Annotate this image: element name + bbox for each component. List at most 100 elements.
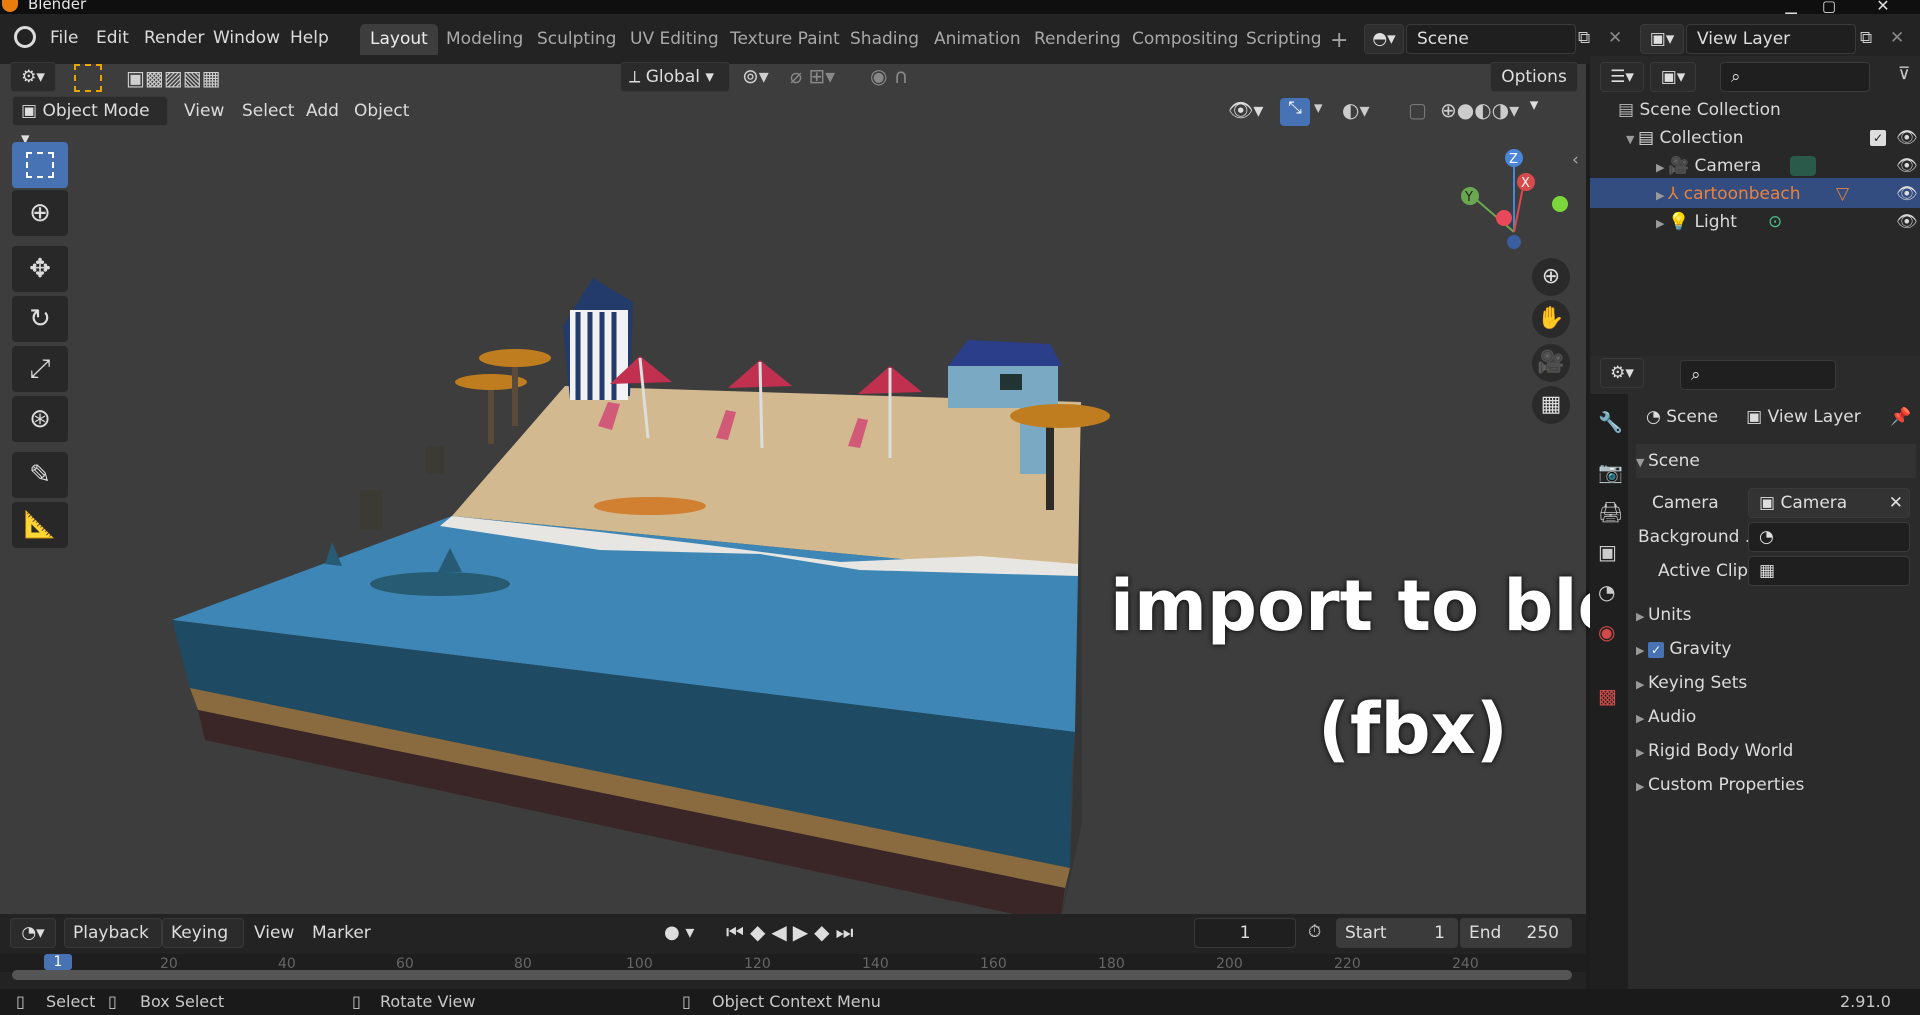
clear-icon[interactable]: ✕: [1889, 489, 1903, 517]
transform-tool-icon[interactable]: ⊛: [12, 396, 68, 442]
start-frame-field[interactable]: Start 1: [1336, 918, 1458, 948]
move-tool-icon[interactable]: ✥: [12, 246, 68, 292]
blender-menu-icon[interactable]: [14, 26, 36, 48]
shading-modes-icons[interactable]: ⊕●◐◑▾: [1440, 98, 1519, 122]
options-button[interactable]: Options ▾: [1490, 62, 1578, 115]
expand-icon[interactable]: ▶: [1636, 644, 1648, 657]
tab-layout[interactable]: Layout: [360, 24, 438, 55]
zoom-icon[interactable]: ⊕: [1532, 258, 1570, 296]
timeline-menu-marker[interactable]: Marker: [304, 918, 379, 948]
world-tab-icon[interactable]: ◉: [1598, 620, 1615, 644]
properties-editor-icon[interactable]: ⚙▾: [1600, 358, 1644, 388]
expand-icon[interactable]: ▶: [1636, 746, 1648, 759]
gravity-panel-header[interactable]: ▶ ✓ Gravity: [1636, 632, 1916, 666]
view-layer-tab-icon[interactable]: ▣: [1598, 540, 1617, 564]
expand-icon[interactable]: ▶: [1636, 712, 1648, 725]
collection-row[interactable]: ▼ ▤ Collection ✓ 👁: [1626, 124, 1918, 152]
scene-panel-header[interactable]: ▼ Scene: [1636, 444, 1916, 478]
pivot-icon[interactable]: ⊚▾: [742, 64, 769, 88]
expand-icon[interactable]: ▶: [1656, 189, 1668, 202]
camera-view-icon[interactable]: 🎥: [1532, 344, 1570, 382]
visibility-icon[interactable]: 👁▾: [1228, 98, 1263, 122]
tab-scripting[interactable]: Scripting: [1236, 24, 1332, 54]
menu-edit[interactable]: Edit: [90, 26, 135, 50]
viewport-menu-object[interactable]: Object: [346, 96, 417, 126]
tweak-tool-icon[interactable]: [74, 64, 102, 92]
proportional-edit-icon[interactable]: ◉ ∩: [870, 64, 908, 88]
eye-icon[interactable]: 👁: [1896, 208, 1918, 236]
snap-icon[interactable]: ⌀ ⊞▾: [790, 64, 835, 88]
expand-icon[interactable]: ▶: [1636, 610, 1648, 623]
expand-icon[interactable]: ▶: [1636, 678, 1648, 691]
light-data-icon[interactable]: ⊙: [1768, 208, 1782, 236]
menu-window[interactable]: Window: [207, 26, 286, 50]
end-frame-field[interactable]: End 250: [1460, 918, 1572, 948]
annotate-tool-icon[interactable]: ✎: [12, 452, 68, 498]
filter-icon[interactable]: ⊽: [1898, 64, 1910, 84]
units-panel-header[interactable]: ▶ Units: [1636, 598, 1916, 632]
scene-collection-row[interactable]: ▤ Scene Collection: [1618, 96, 1781, 124]
current-frame-field[interactable]: 1: [1194, 918, 1296, 948]
sidebar-toggle-icon[interactable]: ‹: [1572, 150, 1579, 170]
texture-tab-icon[interactable]: ▩: [1598, 684, 1617, 708]
outliner-item-light[interactable]: ▶ 💡 Light ⊙ 👁: [1656, 208, 1918, 236]
tab-uv-editing[interactable]: UV Editing: [620, 24, 729, 54]
viewport-menu-view[interactable]: View: [176, 96, 232, 126]
expand-icon[interactable]: ▶: [1656, 161, 1668, 174]
tab-compositing[interactable]: Compositing: [1122, 24, 1249, 54]
new-scene-icon[interactable]: ⧉: [1578, 28, 1590, 48]
expand-icon[interactable]: ▶: [1656, 217, 1668, 230]
delete-view-layer-icon[interactable]: ✕: [1890, 28, 1904, 48]
camera-property-field[interactable]: ▣ Camera ✕: [1748, 488, 1910, 518]
background-property-field[interactable]: ◔: [1748, 522, 1910, 552]
tab-rendering[interactable]: Rendering: [1024, 24, 1131, 54]
rotate-tool-icon[interactable]: ↻: [12, 296, 68, 342]
render-tab-icon[interactable]: 📷: [1598, 460, 1623, 484]
viewport-menu-add[interactable]: Add: [298, 96, 347, 126]
timeline-editor-icon[interactable]: ◔▾: [10, 918, 56, 948]
tab-sculpting[interactable]: Sculpting: [527, 24, 626, 54]
tab-shading[interactable]: Shading: [840, 24, 929, 54]
timeline-menu-view[interactable]: View: [246, 918, 302, 948]
mode-dropdown[interactable]: ▣ Object Mode ▾: [12, 96, 168, 149]
viewport-menu-select[interactable]: Select: [234, 96, 302, 126]
gizmo-dropdown-icon[interactable]: ▾: [1314, 98, 1323, 118]
preview-range-icon[interactable]: ⏱: [1308, 922, 1321, 942]
outliner-editor-icon[interactable]: ☰▾: [1600, 62, 1644, 92]
close-icon[interactable]: ✕: [1866, 0, 1900, 14]
properties-search[interactable]: ⌕: [1680, 360, 1836, 390]
display-mode-icon[interactable]: ▣▾: [1650, 62, 1696, 92]
minimize-icon[interactable]: ▁: [1774, 0, 1808, 14]
measure-tool-icon[interactable]: 📐: [12, 502, 68, 548]
collapse-icon[interactable]: ▼: [1636, 456, 1648, 469]
eye-icon[interactable]: 👁: [1896, 124, 1918, 152]
outliner-item-camera[interactable]: ▶ 🎥 Camera 👁: [1656, 152, 1918, 180]
overlay-icon[interactable]: ◐▾: [1342, 98, 1370, 122]
outliner-item-cartoonbeach[interactable]: ▶ ⅄ cartoonbeach ▽ 👁: [1656, 180, 1918, 208]
view-layer-selector-icon[interactable]: ▣▾: [1640, 24, 1684, 54]
new-view-layer-icon[interactable]: ⧉: [1860, 28, 1872, 48]
gizmo-toggle-icon[interactable]: ⤡: [1280, 98, 1310, 126]
eye-icon[interactable]: 👁: [1896, 180, 1918, 208]
outliner-search[interactable]: ⌕: [1720, 62, 1870, 92]
delete-scene-icon[interactable]: ✕: [1608, 28, 1622, 48]
keying-menu[interactable]: Keying ▾: [162, 918, 244, 971]
selection-mode-icons[interactable]: ▣▩▨▧▦: [126, 66, 220, 90]
expand-icon[interactable]: ▶: [1636, 780, 1648, 793]
add-workspace-icon[interactable]: +: [1330, 28, 1348, 53]
tab-texture-paint[interactable]: Texture Paint: [720, 24, 850, 54]
maximize-icon[interactable]: ▢: [1812, 0, 1846, 14]
scene-selector-icon[interactable]: ◓▾: [1364, 24, 1404, 54]
transform-orientation[interactable]: ⟂ Global ▾: [620, 62, 730, 92]
pan-hand-icon[interactable]: ✋: [1532, 300, 1570, 338]
modifier-icon[interactable]: ▽: [1836, 180, 1849, 208]
rigid-body-panel-header[interactable]: ▶ Rigid Body World: [1636, 734, 1916, 768]
active-clip-field[interactable]: ▦: [1748, 556, 1910, 586]
checkbox-icon[interactable]: ✓: [1870, 130, 1886, 146]
menu-help[interactable]: Help: [284, 26, 335, 50]
tab-modeling[interactable]: Modeling: [436, 24, 533, 54]
perspective-grid-icon[interactable]: ▦: [1532, 386, 1570, 424]
expand-icon[interactable]: ▼: [1626, 133, 1638, 146]
scale-tool-icon[interactable]: ⤢: [12, 346, 68, 392]
audio-panel-header[interactable]: ▶ Audio: [1636, 700, 1916, 734]
